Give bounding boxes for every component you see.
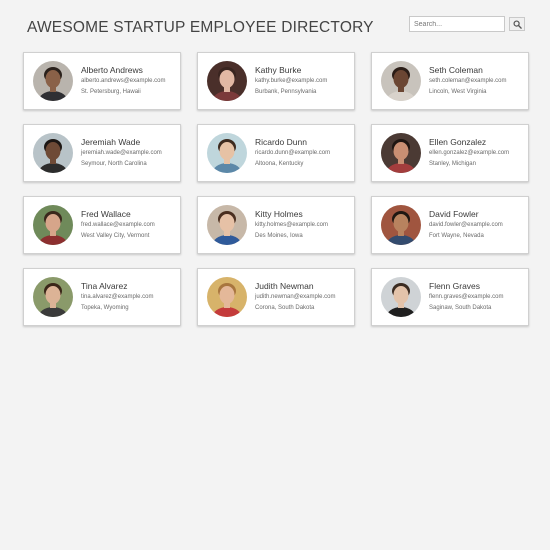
employee-info: Ricardo Dunn ricardo.dunn@example.com Al… bbox=[255, 137, 330, 169]
employee-card[interactable]: Fred Wallace fred.wallace@example.com We… bbox=[23, 196, 181, 254]
avatar bbox=[33, 61, 73, 101]
employee-info: Tina Alvarez tina.alvarez@example.com To… bbox=[81, 281, 153, 313]
employee-card[interactable]: Seth Coleman seth.coleman@example.com Li… bbox=[371, 52, 529, 110]
employee-name: Alberto Andrews bbox=[81, 65, 143, 75]
employee-info: Fred Wallace fred.wallace@example.com We… bbox=[81, 209, 155, 241]
employee-name: Ricardo Dunn bbox=[255, 137, 307, 147]
header: AWESOME STARTUP EMPLOYEE DIRECTORY bbox=[27, 16, 525, 40]
employee-info: David Fowler david.fowler@example.com Fo… bbox=[429, 209, 503, 241]
avatar bbox=[207, 277, 247, 317]
search-icon bbox=[512, 17, 522, 32]
employee-card[interactable]: Judith Newman judith.newman@example.com … bbox=[197, 268, 355, 326]
employee-location: Fort Wayne, Nevada bbox=[429, 233, 484, 239]
employee-email: david.fowler@example.com bbox=[429, 222, 503, 228]
employee-info: Kathy Burke kathy.burke@example.com Burb… bbox=[255, 65, 327, 97]
employee-email: kathy.burke@example.com bbox=[255, 78, 328, 84]
employee-location: Saginaw, South Dakota bbox=[429, 305, 492, 311]
employee-name: Kitty Holmes bbox=[255, 209, 303, 219]
avatar bbox=[381, 61, 421, 101]
avatar bbox=[33, 205, 73, 245]
employee-card[interactable]: Alberto Andrews alberto.andrews@example.… bbox=[23, 52, 181, 110]
page-title: AWESOME STARTUP EMPLOYEE DIRECTORY bbox=[27, 19, 374, 36]
employee-info: Kitty Holmes kitty.holmes@example.com De… bbox=[255, 209, 328, 241]
employee-email: alberto.andrews@example.com bbox=[81, 78, 166, 84]
search-input[interactable] bbox=[409, 16, 505, 32]
avatar bbox=[207, 61, 247, 101]
employee-location: Stanley, Michigan bbox=[429, 161, 476, 167]
employee-email: jeremiah.wade@example.com bbox=[81, 150, 162, 156]
employee-info: Ellen Gonzalez ellen.gonzalez@example.co… bbox=[429, 137, 509, 169]
employee-name: Jeremiah Wade bbox=[81, 137, 141, 147]
employee-location: West Valley City, Vermont bbox=[81, 233, 150, 239]
employee-info: Alberto Andrews alberto.andrews@example.… bbox=[81, 65, 165, 97]
employee-card[interactable]: Ellen Gonzalez ellen.gonzalez@example.co… bbox=[371, 124, 529, 182]
employee-info: Judith Newman judith.newman@example.com … bbox=[255, 281, 335, 313]
employee-name: David Fowler bbox=[429, 209, 479, 219]
avatar bbox=[33, 133, 73, 173]
employee-grid: Alberto Andrews alberto.andrews@example.… bbox=[23, 52, 530, 326]
employee-location: Topeka, Wyoming bbox=[81, 305, 129, 311]
avatar bbox=[207, 133, 247, 173]
avatar bbox=[33, 277, 73, 317]
employee-email: fred.wallace@example.com bbox=[81, 222, 155, 228]
employee-email: kitty.holmes@example.com bbox=[255, 222, 329, 228]
employee-email: ellen.gonzalez@example.com bbox=[429, 150, 510, 156]
employee-location: Burbank, Pennsylvania bbox=[255, 89, 317, 95]
avatar bbox=[207, 205, 247, 245]
employee-email: seth.coleman@example.com bbox=[429, 78, 507, 84]
employee-card[interactable]: David Fowler david.fowler@example.com Fo… bbox=[371, 196, 529, 254]
employee-directory-page: AWESOME STARTUP EMPLOYEE DIRECTORY Searc… bbox=[0, 0, 550, 550]
avatar bbox=[381, 277, 421, 317]
employee-location: Seymour, North Carolina bbox=[81, 161, 147, 167]
employee-name: Flenn Graves bbox=[429, 281, 481, 291]
employee-location: Lincoln, West Virginia bbox=[429, 89, 487, 95]
employee-name: Seth Coleman bbox=[429, 65, 483, 75]
employee-location: Altoona, Kentucky bbox=[255, 161, 304, 167]
search-form bbox=[409, 16, 525, 32]
avatar bbox=[381, 133, 421, 173]
employee-card[interactable]: Jeremiah Wade jeremiah.wade@example.com … bbox=[23, 124, 181, 182]
employee-name: Fred Wallace bbox=[81, 209, 131, 219]
employee-name: Judith Newman bbox=[255, 281, 314, 291]
employee-card[interactable]: Kathy Burke kathy.burke@example.com Burb… bbox=[197, 52, 355, 110]
employee-card[interactable]: Kitty Holmes kitty.holmes@example.com De… bbox=[197, 196, 355, 254]
employee-name: Tina Alvarez bbox=[81, 281, 128, 291]
employee-location: Corona, South Dakota bbox=[255, 305, 315, 311]
employee-name: Kathy Burke bbox=[255, 65, 302, 75]
search-button[interactable] bbox=[509, 17, 525, 31]
employee-location: St. Petersburg, Hawaii bbox=[81, 89, 141, 95]
employee-location: Des Moines, Iowa bbox=[255, 233, 303, 239]
avatar bbox=[381, 205, 421, 245]
employee-card[interactable]: Flenn Graves flenn.graves@example.com Sa… bbox=[371, 268, 529, 326]
employee-info: Jeremiah Wade jeremiah.wade@example.com … bbox=[81, 137, 162, 169]
employee-info: Seth Coleman seth.coleman@example.com Li… bbox=[429, 65, 506, 97]
employee-email: judith.newman@example.com bbox=[255, 294, 336, 300]
employee-card[interactable]: Ricardo Dunn ricardo.dunn@example.com Al… bbox=[197, 124, 355, 182]
employee-email: ricardo.dunn@example.com bbox=[255, 150, 331, 156]
employee-email: tina.alvarez@example.com bbox=[81, 294, 154, 300]
employee-card[interactable]: Tina Alvarez tina.alvarez@example.com To… bbox=[23, 268, 181, 326]
employee-name: Ellen Gonzalez bbox=[429, 137, 487, 147]
employee-email: flenn.graves@example.com bbox=[429, 294, 504, 300]
employee-info: Flenn Graves flenn.graves@example.com Sa… bbox=[429, 281, 503, 313]
